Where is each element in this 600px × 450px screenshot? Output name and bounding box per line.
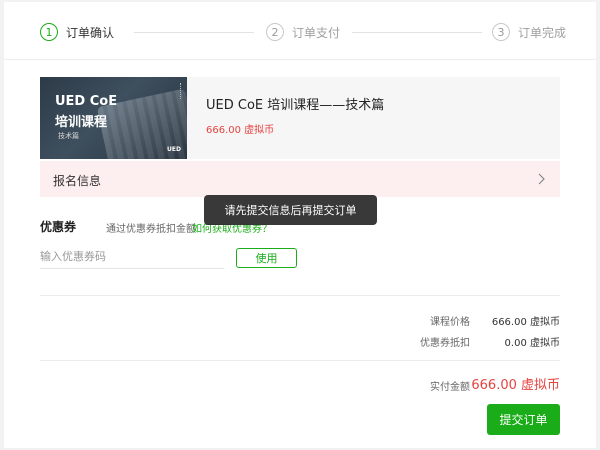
step-payment: 2 订单支付 [266,22,340,42]
toast-message: 请先提交信息后再提交订单 [204,195,377,225]
thumbnail-line3: 技术篇 [58,132,79,140]
order-card: 1 订单确认 2 订单支付 3 订单完成 UED CoE 培训课程 技术篇 UE… [4,2,596,448]
coupon-deduct-label: 优惠券抵扣 [420,338,470,349]
course-price: 666.00 虚拟币 [206,125,275,136]
course-thumbnail: UED CoE 培训课程 技术篇 UED [40,77,187,159]
actual-amount-label: 实付金额 [430,382,470,393]
step-number: 1 [40,23,58,41]
thumbnail-line2: 培训课程 [55,115,108,130]
order-steps: 1 订单确认 2 订单支付 3 订单完成 [4,2,596,60]
thumbnail-line1: UED CoE [55,94,118,109]
course-price-label: 课程价格 [430,317,470,328]
step-confirm: 1 订单确认 [40,22,114,42]
step-number: 3 [492,23,510,41]
chevron-right-icon [538,173,545,185]
step-connector [134,32,254,33]
course-title: UED CoE 培训课程——技术篇 [206,98,385,113]
registration-info-row[interactable]: 报名信息 [40,161,560,197]
course-summary: UED CoE 培训课程 技术篇 UED UED CoE 培训课程——技术篇 6… [40,77,560,159]
coupon-deduct-value: 0.00 虚拟币 [504,338,560,349]
registration-info-label: 报名信息 [53,174,102,188]
step-number: 2 [266,23,284,41]
step-label: 订单支付 [292,25,341,40]
step-label: 订单确认 [66,25,115,40]
divider [40,360,560,361]
course-price-value: 666.00 虚拟币 [491,317,560,328]
coupon-title: 优惠券 [40,220,77,234]
step-connector [352,32,482,33]
actual-amount-value: 666.00 虚拟币 [471,378,560,393]
coupon-hint: 通过优惠券抵扣金额 [106,224,196,235]
step-label: 订单完成 [518,25,567,40]
thumbnail-mark [180,83,182,99]
ued-logo: UED [167,146,181,153]
divider [40,295,560,296]
coupon-code-input[interactable] [40,245,224,269]
step-complete: 3 订单完成 [492,22,566,42]
submit-order-button[interactable]: 提交订单 [487,404,560,435]
use-coupon-button[interactable]: 使用 [236,248,297,268]
